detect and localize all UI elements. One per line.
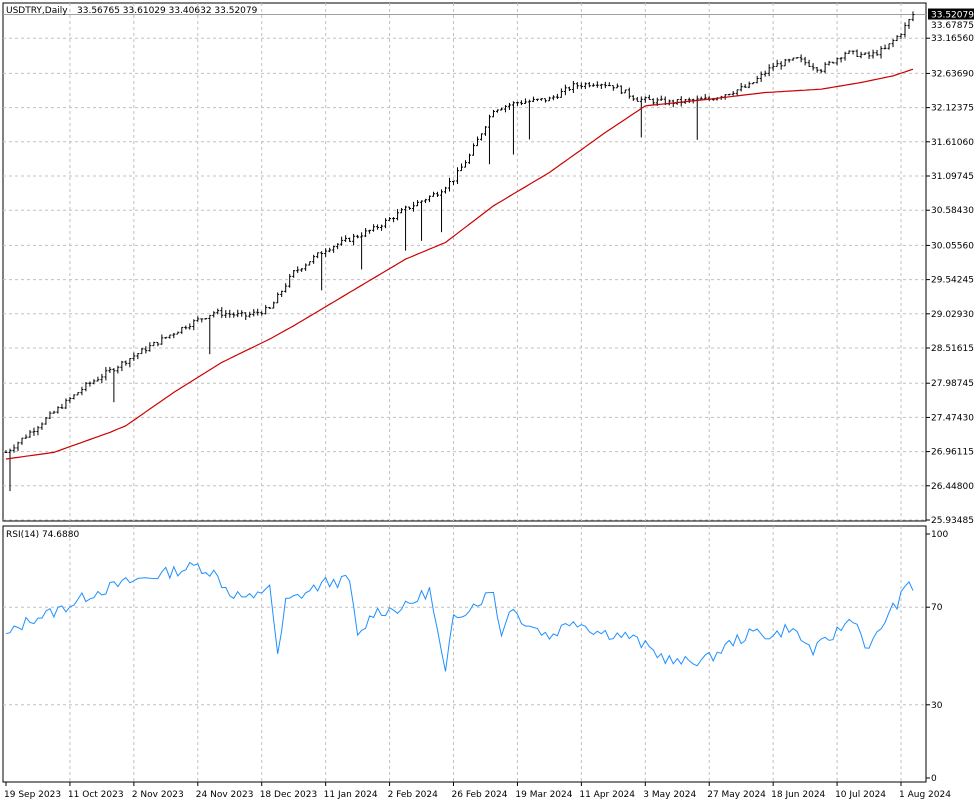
price-panel-frame	[2, 2, 927, 522]
price-axis-top-label: 33.67875	[931, 21, 974, 31]
price-tick-label: 27.47430	[931, 413, 974, 423]
price-tick-label: 29.54245	[931, 276, 974, 286]
date-tick-label: 18 Jun 2024	[771, 790, 825, 800]
price-tick-label: 31.61060	[931, 138, 974, 148]
rsi-label: RSI(14) 74.6880	[6, 530, 79, 540]
date-tick-label: 10 Jul 2024	[835, 790, 886, 800]
date-tick-label: 18 Dec 2023	[260, 790, 318, 800]
date-tick-label: 11 Jan 2024	[324, 790, 378, 800]
price-tick-label: 33.16560	[931, 34, 974, 44]
price-panel[interactable]: USDTRY,Daily 33.56765 33.61029 33.40632 …	[2, 2, 927, 522]
rsi-panel-frame	[2, 525, 927, 783]
price-tick-label: 30.58430	[931, 206, 974, 216]
symbol-label: USDTRY,Daily	[6, 6, 68, 16]
date-tick-label: 2 Feb 2024	[388, 790, 439, 800]
rsi-tick-label: 0	[931, 774, 937, 784]
price-tick-label: 32.63690	[931, 69, 974, 79]
price-tick-label: 26.96115	[931, 448, 974, 458]
date-tick-label: 19 Sep 2023	[4, 790, 61, 800]
price-tick-label: 30.05560	[931, 241, 974, 251]
chart-window[interactable]: USDTRY,Daily 33.56765 33.61029 33.40632 …	[0, 0, 978, 805]
price-tick-label: 26.44800	[931, 482, 974, 492]
rsi-panel[interactable]: RSI(14) 74.6880	[2, 525, 927, 783]
price-axis[interactable]: 25.93485 26.44800 26.96115 27.47430 27.98745…	[926, 8, 974, 526]
date-tick-label: 3 May 2024	[643, 790, 696, 800]
rsi-tick-label: 30	[931, 701, 943, 711]
date-tick-label: 19 Mar 2024	[515, 790, 572, 800]
date-tick-label: 2 Nov 2023	[132, 790, 184, 800]
price-tick-label: 31.09745	[931, 172, 974, 182]
date-tick-label: 24 Nov 2023	[196, 790, 254, 800]
rsi-tick-label: 100	[931, 530, 948, 540]
date-tick-label: 26 Feb 2024	[452, 790, 508, 800]
rsi-tick-label: 70	[931, 603, 943, 613]
date-tick-label: 27 May 2024	[707, 790, 766, 800]
ohlc-readout: 33.56765 33.61029 33.40632 33.52079	[77, 6, 258, 16]
date-tick-label: 1 Aug 2024	[899, 790, 951, 800]
date-tick-label: 11 Apr 2024	[579, 790, 635, 800]
price-tick-label: 29.02930	[931, 310, 974, 320]
rsi-axis-ticks: 100 70 30 0	[926, 530, 948, 784]
price-tick-label: 28.51615	[931, 344, 974, 354]
price-tick-label: 25.93485	[931, 516, 974, 526]
date-tick-label: 11 Oct 2023	[68, 790, 124, 800]
price-axis-ticks: 25.93485 26.44800 26.96115 27.47430 27.98745…	[926, 34, 974, 526]
price-tick-label: 27.98745	[931, 379, 974, 389]
date-axis: 19 Sep 2023 11 Oct 2023 2 Nov 2023 24 Nov 2…	[4, 782, 951, 800]
price-tick-label: 32.12375	[931, 104, 974, 114]
current-price-label: 33.52079	[931, 11, 974, 21]
